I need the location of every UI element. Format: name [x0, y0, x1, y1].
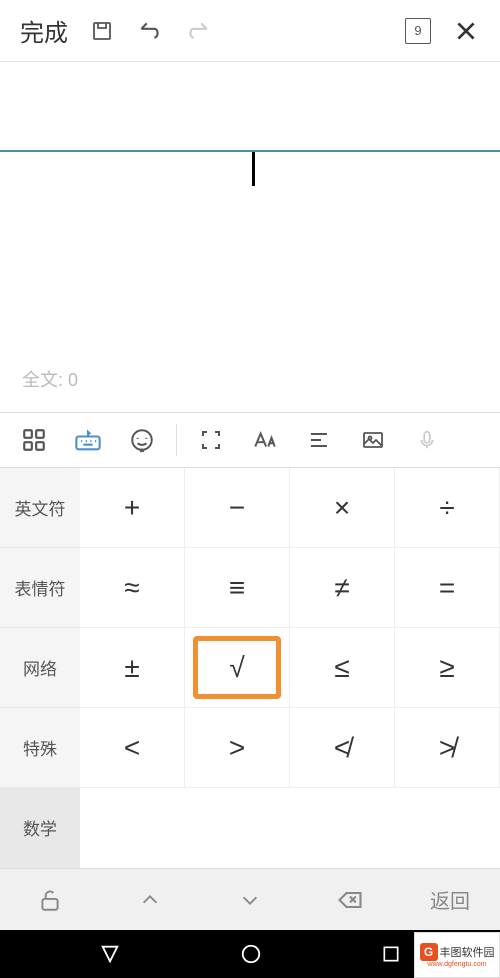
undo-button[interactable]: [128, 9, 172, 53]
key-multiply[interactable]: ×: [290, 468, 395, 548]
key-notequal[interactable]: ≠: [290, 548, 395, 628]
tab-network[interactable]: 网络: [0, 628, 80, 708]
fullscreen-icon[interactable]: [187, 420, 235, 460]
key-divide[interactable]: ÷: [395, 468, 500, 548]
key-lessequal[interactable]: ≤: [290, 628, 395, 708]
tab-emoji[interactable]: 表情符: [0, 548, 80, 628]
mic-icon[interactable]: [403, 420, 451, 460]
up-button[interactable]: [100, 889, 200, 911]
align-icon[interactable]: [295, 420, 343, 460]
key-notless[interactable]: ≮: [290, 708, 395, 788]
key-minus[interactable]: −: [185, 468, 290, 548]
image-icon[interactable]: [349, 420, 397, 460]
key-greater[interactable]: >: [185, 708, 290, 788]
watermark: G 丰图软件园 www.dgfengtu.com: [414, 932, 500, 978]
font-icon[interactable]: [241, 420, 289, 460]
lock-button[interactable]: [0, 887, 100, 913]
title-area[interactable]: [0, 62, 500, 152]
key-plusminus[interactable]: ±: [80, 628, 185, 708]
key-notgreater[interactable]: ≯: [395, 708, 500, 788]
key-sqrt[interactable]: √: [185, 628, 290, 708]
tab-english[interactable]: 英文符: [0, 468, 80, 548]
key-equal[interactable]: =: [395, 548, 500, 628]
key-plus[interactable]: +: [80, 468, 185, 548]
nav-recent[interactable]: [381, 944, 401, 964]
tab-math[interactable]: 数学: [0, 788, 80, 868]
document-area[interactable]: 全文: 0: [0, 152, 500, 412]
redo-button: [176, 9, 220, 53]
key-approx[interactable]: ≈: [80, 548, 185, 628]
emoji-icon[interactable]: [118, 420, 166, 460]
backspace-button[interactable]: [300, 886, 400, 914]
close-button[interactable]: [444, 9, 488, 53]
key-identical[interactable]: ≡: [185, 548, 290, 628]
word-count: 全文: 0: [22, 366, 78, 392]
key-greaterequal[interactable]: ≥: [395, 628, 500, 708]
key-less[interactable]: <: [80, 708, 185, 788]
keyboard-icon[interactable]: [64, 420, 112, 460]
done-button[interactable]: 完成: [12, 9, 76, 52]
apps-icon[interactable]: [10, 420, 58, 460]
tab-special[interactable]: 特殊: [0, 708, 80, 788]
nav-back[interactable]: [99, 943, 121, 965]
page-indicator[interactable]: 9: [396, 9, 440, 53]
nav-home[interactable]: [240, 943, 262, 965]
return-button[interactable]: 返回: [400, 885, 500, 914]
save-icon[interactable]: [80, 9, 124, 53]
down-button[interactable]: [200, 889, 300, 911]
text-cursor: [252, 152, 255, 186]
